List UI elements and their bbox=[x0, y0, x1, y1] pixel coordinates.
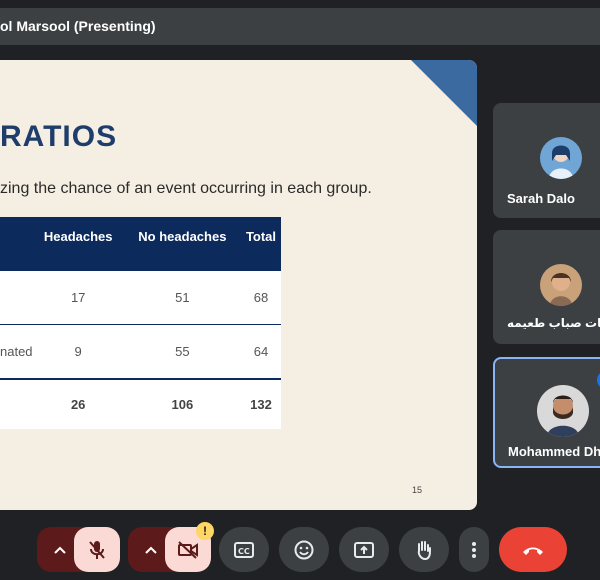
table-cell: 55 bbox=[123, 324, 241, 380]
mic-button[interactable] bbox=[74, 527, 120, 572]
table-cell: 9 bbox=[32, 324, 124, 380]
contingency-table: Headaches No headaches Total 17 51 68 na… bbox=[0, 217, 281, 429]
table-header: Total bbox=[240, 217, 281, 271]
table-header-row: Headaches No headaches Total bbox=[0, 217, 281, 271]
chevron-up-icon bbox=[54, 546, 66, 554]
table-cell: 132 bbox=[240, 379, 281, 429]
participant-name: Sarah Dalo bbox=[507, 191, 575, 206]
present-button[interactable] bbox=[339, 527, 389, 572]
more-options-button[interactable] bbox=[459, 527, 489, 572]
participant-tile[interactable]: Sarah Dalo bbox=[493, 103, 600, 218]
captions-icon: CC bbox=[234, 541, 254, 558]
chevron-up-icon bbox=[145, 546, 157, 554]
slide-subtitle: zing the chance of an event occurring in… bbox=[0, 180, 372, 197]
table-cell: 17 bbox=[32, 271, 124, 325]
table-row: 17 51 68 bbox=[0, 271, 281, 325]
table-header: Headaches bbox=[32, 217, 124, 271]
leave-call-button[interactable] bbox=[499, 527, 567, 572]
avatar bbox=[540, 137, 582, 179]
emoji-icon bbox=[294, 540, 314, 559]
captions-button[interactable]: CC bbox=[219, 527, 269, 572]
participant-name: ب عيات صباب طعيمه bbox=[507, 316, 600, 330]
avatar bbox=[540, 264, 582, 306]
row-label: nated bbox=[0, 324, 33, 380]
participant-tile[interactable]: ب عيات صباب طعيمه bbox=[493, 230, 600, 344]
table-row: nated 9 55 64 bbox=[0, 324, 281, 380]
video-off-icon bbox=[178, 540, 198, 559]
row-label bbox=[0, 379, 33, 429]
present-screen-icon bbox=[354, 541, 374, 558]
top-strip bbox=[0, 0, 600, 8]
slide-title: RATIOS bbox=[0, 120, 118, 153]
presenter-bar: ol Marsool (Presenting) bbox=[0, 0, 600, 45]
more-vert-icon bbox=[472, 541, 476, 558]
slide-corner-decoration bbox=[411, 60, 477, 126]
presenter-label: ol Marsool (Presenting) bbox=[0, 18, 156, 34]
participant-tile-active[interactable]: Mohammed Dh bbox=[493, 357, 600, 468]
row-label bbox=[0, 271, 33, 325]
svg-text:CC: CC bbox=[238, 547, 250, 556]
slide-page-number: 15 bbox=[411, 485, 422, 495]
call-controls: ! CC bbox=[0, 520, 600, 580]
call-end-icon bbox=[523, 547, 543, 555]
table-cell: 26 bbox=[32, 379, 124, 429]
avatar bbox=[537, 385, 589, 437]
participant-name: Mohammed Dh bbox=[508, 444, 600, 459]
warning-badge: ! bbox=[196, 522, 214, 540]
hand-icon bbox=[417, 540, 431, 560]
raise-hand-button[interactable] bbox=[399, 527, 449, 572]
table-header: No headaches bbox=[123, 217, 241, 271]
table-cell: 51 bbox=[123, 271, 241, 325]
table-cell: 68 bbox=[240, 271, 281, 325]
reactions-button[interactable] bbox=[279, 527, 329, 572]
presented-slide: RATIOS zing the chance of an event occur… bbox=[0, 60, 477, 510]
mic-off-icon bbox=[89, 540, 105, 559]
table-cell: 64 bbox=[240, 324, 281, 380]
table-header-blank bbox=[0, 217, 33, 271]
table-cell: 106 bbox=[123, 379, 241, 429]
table-row-total: 26 106 132 bbox=[0, 379, 281, 429]
